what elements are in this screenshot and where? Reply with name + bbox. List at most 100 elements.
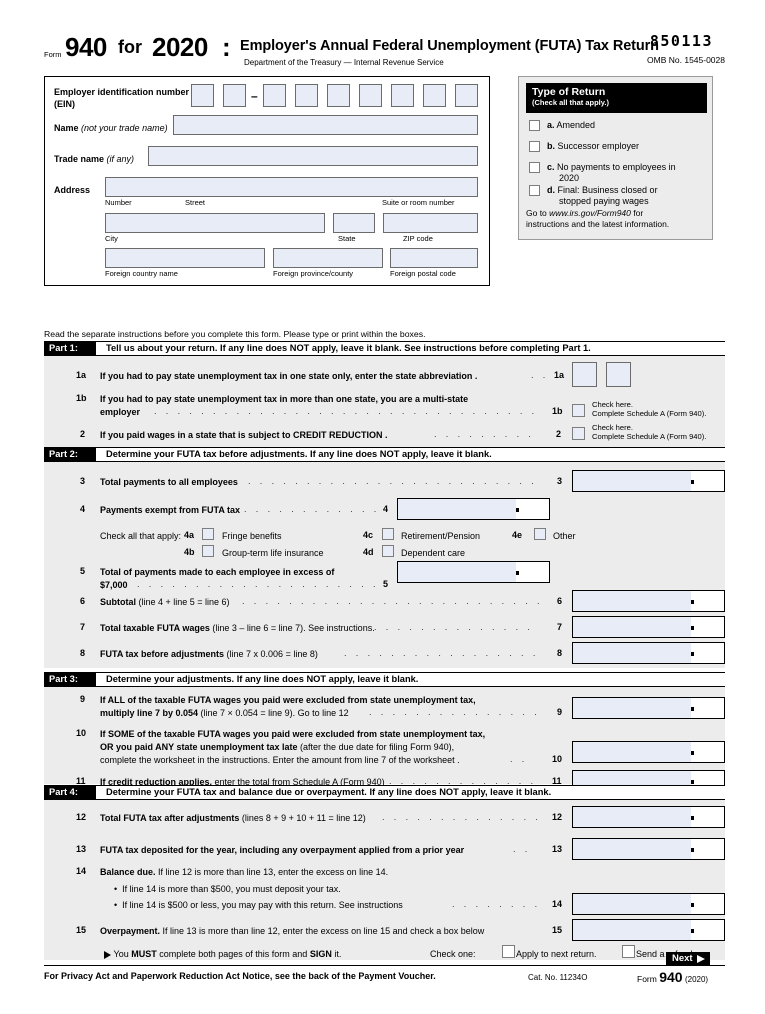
line-2-ref: 2 xyxy=(556,429,562,439)
trade-name-label-text: Trade name xyxy=(54,154,105,164)
line-4-text: Payments exempt from FUTA tax xyxy=(100,505,241,515)
checkbox-4d-dependent-care[interactable] xyxy=(382,545,394,557)
line-8-leader: . . . . . . . . . . . . . . . . . . . xyxy=(344,648,540,658)
checkbox-4e-other[interactable] xyxy=(534,528,546,540)
checkbox-no-payments[interactable] xyxy=(529,162,540,173)
line-13-decimal-dot xyxy=(690,848,694,852)
next-button-label: Next xyxy=(672,953,693,964)
line-3-amount-input[interactable] xyxy=(572,470,725,492)
checkbox-4b-group-term-life[interactable] xyxy=(202,545,214,557)
line-7-amount-input[interactable] xyxy=(572,616,725,638)
privacy-notice: For Privacy Act and Paperwork Reduction … xyxy=(44,971,436,981)
line-15-text-bold: Overpayment. xyxy=(100,926,161,936)
foreign-province-input[interactable] xyxy=(273,248,383,268)
line-9-amount-input[interactable] xyxy=(572,697,725,719)
line-14-cents[interactable] xyxy=(691,894,724,914)
line-12-amount-input[interactable] xyxy=(572,806,725,828)
line-2-check-note-l2: Complete Schedule A (Form 940). xyxy=(592,432,707,441)
type-of-return-subheading: (Check all that apply.) xyxy=(532,98,609,107)
line-1a-state-box-2[interactable] xyxy=(606,362,631,387)
ein-digit-5[interactable] xyxy=(327,84,350,107)
ein-digit-6[interactable] xyxy=(359,84,382,107)
line-4-cents[interactable] xyxy=(516,499,549,519)
label-final-business-closed: d. Final: Business closed or stopped payi… xyxy=(547,185,707,207)
line-6-cents[interactable] xyxy=(691,591,724,611)
line-14-bullet-2-text: If line 14 is $500 or less, you may pay … xyxy=(122,900,403,910)
line-7-leader: . . . . . . . . . . . . . . . . xyxy=(374,622,540,632)
ein-label-line1: Employer identification number xyxy=(54,87,190,97)
line-6-amount-input[interactable] xyxy=(572,590,725,612)
line-8-amount-input[interactable] xyxy=(572,642,725,664)
ein-digit-1[interactable] xyxy=(191,84,214,107)
line-13-amount-input[interactable] xyxy=(572,838,725,860)
address-suite-sublabel: Suite or room number xyxy=(382,198,455,207)
line-5-amount-input[interactable] xyxy=(397,561,550,583)
line-14-decimal-dot xyxy=(690,903,694,907)
right-triangle-icon xyxy=(104,950,111,959)
irs-form940-url[interactable]: www.irs.gov/Form940 xyxy=(549,208,631,218)
line-2-checkbox[interactable] xyxy=(572,427,585,440)
address-label: Address xyxy=(54,185,91,195)
foreign-country-input[interactable] xyxy=(105,248,265,268)
city-input[interactable] xyxy=(105,213,325,233)
text-no-payments-line2: 2020 xyxy=(559,173,580,183)
line-15-amount-input[interactable] xyxy=(572,919,725,941)
line-10-decimal-dot xyxy=(690,751,694,755)
line-7-text-bold: Total taxable FUTA wages xyxy=(100,623,210,633)
line-14-amount-input[interactable] xyxy=(572,893,725,915)
address-number-sublabel: Number xyxy=(105,198,132,207)
foreign-postal-sublabel: Foreign postal code xyxy=(390,269,456,278)
state-sublabel: State xyxy=(338,234,356,243)
line-10-cents[interactable] xyxy=(691,742,724,762)
checkbox-final-business-closed[interactable] xyxy=(529,185,540,196)
ein-digit-8[interactable] xyxy=(423,84,446,107)
checkbox-4c-retirement-pension[interactable] xyxy=(382,528,394,540)
name-input[interactable] xyxy=(173,115,478,135)
line-9-cents[interactable] xyxy=(691,698,724,718)
checkbox-successor-employer[interactable] xyxy=(529,141,540,152)
marker-b: b. xyxy=(547,141,555,151)
line-5-text-line2: $7,000 xyxy=(100,580,128,590)
line-3-cents[interactable] xyxy=(691,471,724,491)
ein-digit-9[interactable] xyxy=(455,84,478,107)
line-7-cents[interactable] xyxy=(691,617,724,637)
line-12-cents[interactable] xyxy=(691,807,724,827)
ein-dash: – xyxy=(251,89,258,103)
part2-body: 3 Total payments to all employees . . . … xyxy=(44,462,725,668)
line-1a-state-box-1[interactable] xyxy=(572,362,597,387)
line-1b-leader: . . . . . . . . . . . . . . . . . . . . … xyxy=(154,406,536,416)
line-4b-label: Group-term life insurance xyxy=(222,548,324,558)
line-1b-checkbox[interactable] xyxy=(572,404,585,417)
line-14-ref: 14 xyxy=(552,899,563,909)
line-1b-number: 1b xyxy=(76,393,87,403)
line-6-text-normal: (line 4 + line 5 = line 6) xyxy=(136,597,230,607)
checkbox-apply-to-next-return[interactable] xyxy=(502,945,515,958)
line-8-cents[interactable] xyxy=(691,643,724,663)
address-street-input[interactable] xyxy=(105,177,478,197)
line-7-decimal-dot xyxy=(690,626,694,630)
foreign-postal-input[interactable] xyxy=(390,248,478,268)
catalog-number: Cat. No. 11234O xyxy=(528,973,588,982)
ein-digit-3[interactable] xyxy=(263,84,286,107)
part2-bar: Part 2: Determine your FUTA tax before a… xyxy=(44,447,725,462)
line-1b-text-line1: If you had to pay state unemployment tax… xyxy=(100,394,469,404)
line-13-cents[interactable] xyxy=(691,839,724,859)
state-input[interactable] xyxy=(333,213,375,233)
ein-digit-4[interactable] xyxy=(295,84,318,107)
line-10-text-line2: OR you paid ANY state unemployment tax l… xyxy=(100,741,454,754)
zip-input[interactable] xyxy=(383,213,478,233)
checkbox-amended[interactable] xyxy=(529,120,540,131)
ein-digit-7[interactable] xyxy=(391,84,414,107)
line-5-cents[interactable] xyxy=(516,562,549,582)
must-sign-note: You MUST complete both pages of this for… xyxy=(104,948,341,961)
line-8-text-bold: FUTA tax before adjustments xyxy=(100,649,225,659)
line-10-amount-input[interactable] xyxy=(572,741,725,763)
next-button[interactable]: Next xyxy=(666,952,710,966)
trade-name-input[interactable] xyxy=(148,146,478,166)
ein-digit-2[interactable] xyxy=(223,84,246,107)
line-15-cents[interactable] xyxy=(691,920,724,940)
line-7-ref: 7 xyxy=(557,622,563,632)
line-4-amount-input[interactable] xyxy=(397,498,550,520)
checkbox-4a-fringe-benefits[interactable] xyxy=(202,528,214,540)
checkbox-send-a-refund[interactable] xyxy=(622,945,635,958)
